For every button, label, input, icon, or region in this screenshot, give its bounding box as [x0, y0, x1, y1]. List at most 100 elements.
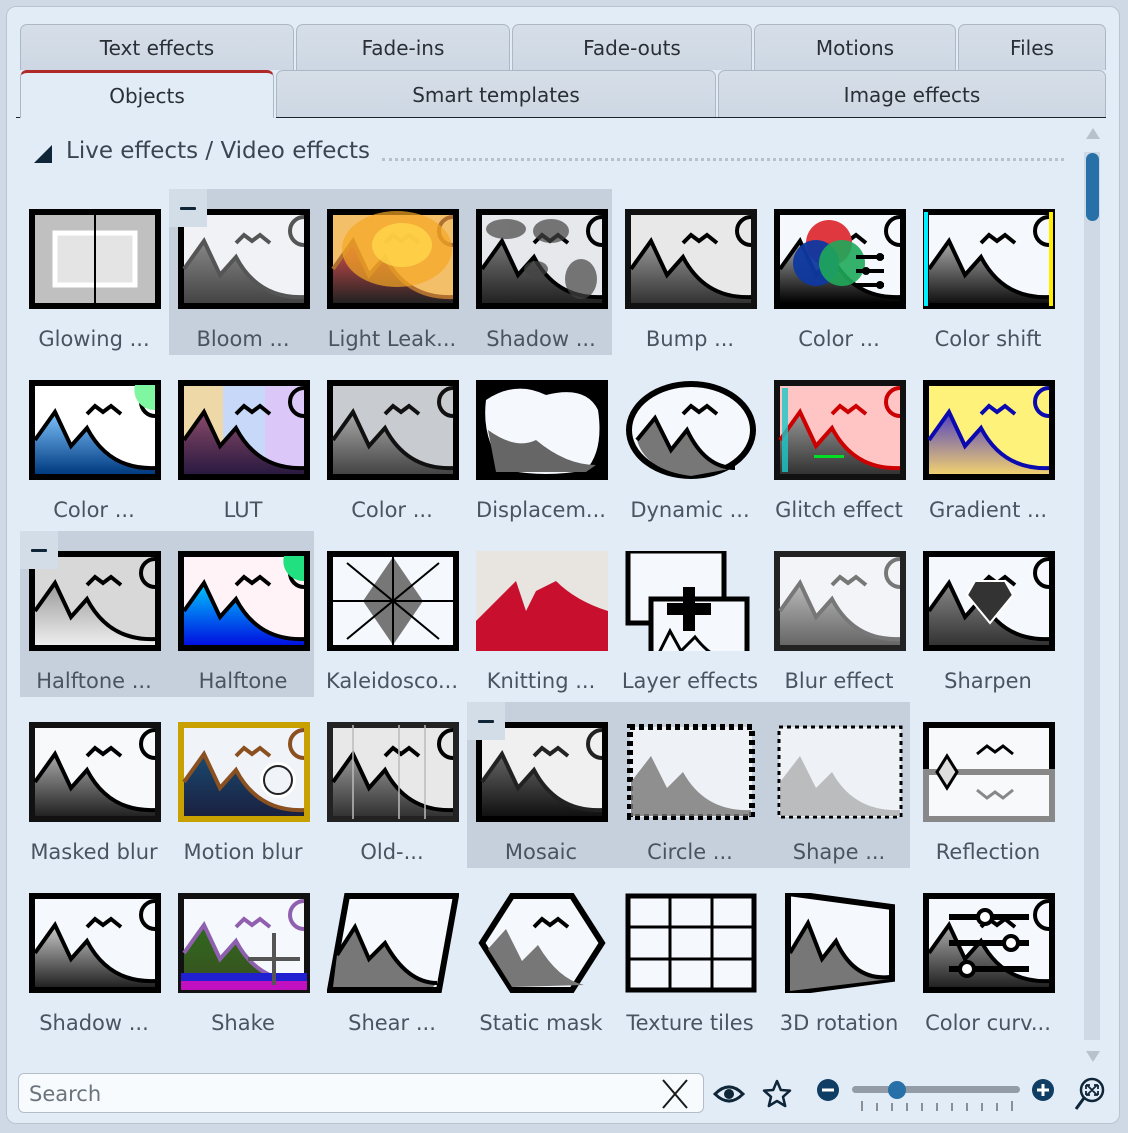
- search-field[interactable]: [18, 1073, 704, 1113]
- effect-label: Gradient ...: [928, 498, 1048, 522]
- minus-icon: [31, 548, 47, 552]
- thumbnail-size-slider[interactable]: [852, 1086, 1020, 1093]
- effect-item[interactable]: Displacem...: [467, 360, 615, 530]
- effect-item[interactable]: Glitch effect: [765, 360, 913, 530]
- minus-icon: [478, 719, 494, 723]
- bump-icon: [625, 209, 757, 309]
- effect-item[interactable]: Color shift: [914, 189, 1062, 359]
- layer-effects-icon: [625, 551, 750, 651]
- zoom-fit-icon[interactable]: [1073, 1076, 1107, 1112]
- effect-item[interactable]: Shear ...: [318, 873, 466, 1043]
- effect-item[interactable]: LUT: [169, 360, 317, 530]
- static-mask-icon: [478, 893, 606, 993]
- tab-label: Text effects: [99, 35, 215, 60]
- effect-item[interactable]: Old-...: [318, 702, 466, 872]
- shape-arrows-icon: [777, 725, 903, 819]
- tab-image-effects[interactable]: Image effects: [718, 70, 1106, 118]
- effect-item[interactable]: Color curv...: [914, 873, 1062, 1043]
- effect-label: Static mask: [479, 1011, 603, 1035]
- scrollbar-track[interactable]: [1084, 152, 1100, 1040]
- collapse-triangle-icon[interactable]: [34, 145, 52, 163]
- effect-label: Shake: [211, 1011, 275, 1035]
- color-rgb-icon: [774, 209, 906, 309]
- knitting-icon: [476, 551, 608, 651]
- tab-text-effects[interactable]: Text effects: [20, 24, 294, 70]
- effect-item[interactable]: Shake: [169, 873, 317, 1043]
- effect-label: Circle ...: [647, 840, 733, 864]
- effect-label: Old-...: [360, 840, 424, 864]
- tab-fade-ins[interactable]: Fade-ins: [296, 24, 510, 70]
- effect-label: Reflection: [935, 840, 1041, 864]
- 3d-rotation-icon: [785, 893, 895, 993]
- effect-item[interactable]: Dynamic ...: [616, 360, 764, 530]
- effect-item[interactable]: Static mask: [467, 873, 615, 1043]
- shear-icon: [327, 893, 459, 993]
- effect-item[interactable]: Motion blur: [169, 702, 317, 872]
- tab-smart-templates[interactable]: Smart templates: [276, 70, 716, 118]
- zoom-in-icon[interactable]: [1031, 1078, 1055, 1102]
- texture-tiles-icon: [625, 893, 757, 993]
- effect-item[interactable]: 3D rotation: [765, 873, 913, 1043]
- effect-item[interactable]: Halftone: [169, 531, 317, 701]
- tab-label: Image effects: [843, 82, 981, 107]
- effect-item[interactable]: Shape ...: [765, 702, 913, 872]
- tab-objects[interactable]: Objects: [20, 70, 274, 118]
- shake-icon: [178, 893, 310, 993]
- effect-item[interactable]: Shadow ...: [20, 873, 168, 1043]
- effect-item[interactable]: Bump ...: [616, 189, 764, 359]
- effect-label: Layer effects: [621, 669, 759, 693]
- clear-search-icon[interactable]: [659, 1078, 691, 1110]
- collapse-group-button[interactable]: [20, 531, 58, 569]
- effect-item[interactable]: Color ...: [20, 360, 168, 530]
- effect-item[interactable]: Reflection: [914, 702, 1062, 872]
- zoom-out-icon[interactable]: [816, 1078, 840, 1102]
- effect-item[interactable]: Kaleidosco...: [318, 531, 466, 701]
- effect-item[interactable]: Masked blur: [20, 702, 168, 872]
- tab-label: Smart templates: [412, 82, 580, 107]
- circle-dots-icon: [627, 724, 755, 820]
- reflection-icon: [923, 722, 1055, 822]
- slider-ticks: [861, 1101, 1013, 1111]
- section-header[interactable]: Live effects / Video effects: [34, 138, 370, 164]
- effect-label: Mosaic: [504, 840, 578, 864]
- motion-blur-icon: [178, 722, 310, 822]
- effect-label: Sharpen: [944, 669, 1032, 693]
- effect-item[interactable]: Shadow ...: [467, 189, 615, 359]
- effect-label: Halftone: [198, 669, 288, 693]
- effect-item[interactable]: Blur effect: [765, 531, 913, 701]
- effect-item[interactable]: Glowing ...: [20, 189, 168, 359]
- eye-icon[interactable]: [713, 1080, 745, 1108]
- tab-label: Motions: [815, 35, 895, 60]
- displacement-icon: [476, 380, 608, 480]
- tab-motions[interactable]: Motions: [754, 24, 956, 70]
- effect-label: Dynamic ...: [630, 498, 750, 522]
- effect-label: Texture tiles: [626, 1011, 754, 1035]
- effect-item[interactable]: Gradient ...: [914, 360, 1062, 530]
- scrollbar-thumb[interactable]: [1086, 153, 1099, 221]
- effect-item[interactable]: Color ...: [765, 189, 913, 359]
- collapse-group-button[interactable]: [169, 189, 207, 227]
- tab-fade-outs[interactable]: Fade-outs: [512, 24, 752, 70]
- effect-item[interactable]: Circle ...: [616, 702, 764, 872]
- section-title: Live effects / Video effects: [66, 138, 370, 164]
- scroll-down-arrow-icon[interactable]: [1086, 1051, 1100, 1062]
- color-blue-icon: [29, 380, 161, 480]
- effect-label: Color ...: [351, 498, 433, 522]
- effect-item[interactable]: Light Leak...: [318, 189, 466, 359]
- effect-item[interactable]: Knitting ...: [467, 531, 615, 701]
- collapse-group-button[interactable]: [467, 702, 505, 740]
- effect-label: Bloom ...: [196, 327, 290, 351]
- effect-item[interactable]: Color ...: [318, 360, 466, 530]
- search-input[interactable]: [27, 1078, 631, 1110]
- halftone-color-icon: [178, 551, 310, 651]
- tab-files[interactable]: Files: [958, 24, 1106, 70]
- masked-blur-icon: [29, 722, 161, 822]
- effect-label: Displacem...: [476, 498, 606, 522]
- effect-item[interactable]: Texture tiles: [616, 873, 764, 1043]
- blur-icon: [774, 551, 906, 651]
- effect-item[interactable]: Sharpen: [914, 531, 1062, 701]
- effect-item[interactable]: Layer effects: [616, 531, 764, 701]
- scroll-up-arrow-icon[interactable]: [1086, 128, 1100, 139]
- star-icon[interactable]: [761, 1078, 793, 1110]
- glowing-frame-icon: [29, 209, 161, 309]
